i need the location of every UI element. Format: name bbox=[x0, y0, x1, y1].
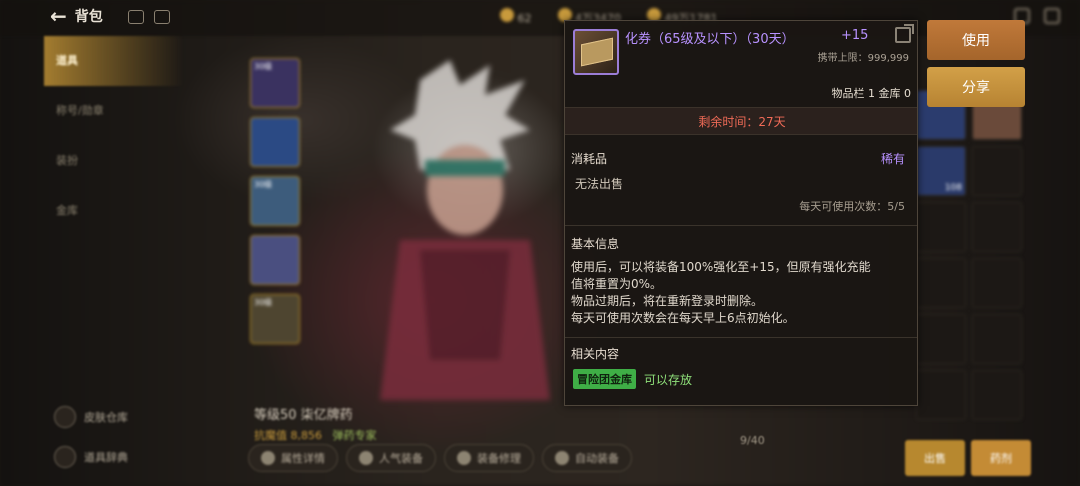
skin-storage-link[interactable]: 皮肤仓库 bbox=[54, 406, 128, 428]
character-info: 等级50 柒亿牌药 抗魔值 8,856 弹药专家 bbox=[254, 404, 377, 443]
equipment-slot[interactable]: 30级 bbox=[250, 294, 300, 344]
inventory-count: 9/40 bbox=[740, 434, 765, 447]
use-button[interactable]: 使用 bbox=[927, 20, 1025, 60]
menu-icon[interactable] bbox=[154, 10, 170, 24]
sell-button[interactable]: 出售 bbox=[905, 440, 965, 476]
wrench-icon bbox=[457, 451, 471, 465]
equipment-slot[interactable]: 30级 bbox=[250, 176, 300, 226]
auto-equip-icon bbox=[555, 451, 569, 465]
storable-note: 可以存放 bbox=[644, 372, 693, 387]
eye-icon[interactable] bbox=[128, 10, 144, 24]
coin-icon bbox=[500, 8, 514, 22]
vault-tag: 冒险团金库 bbox=[573, 369, 636, 389]
inventory-cell[interactable] bbox=[916, 314, 966, 364]
inventory-cell[interactable] bbox=[916, 202, 966, 252]
related-heading: 相关内容 bbox=[571, 347, 620, 361]
stats-icon bbox=[261, 451, 275, 465]
sidebar: 道具 称号/勋章 装扮 金库 bbox=[44, 36, 184, 256]
basic-info-heading: 基本信息 bbox=[571, 237, 620, 251]
bottom-left-links: 皮肤仓库 道具辞典 bbox=[54, 406, 128, 486]
inventory-cell[interactable] bbox=[916, 370, 966, 420]
potion-button[interactable]: 药剂 bbox=[971, 440, 1031, 476]
equipment-slot[interactable] bbox=[250, 117, 300, 167]
inventory-cell[interactable] bbox=[916, 258, 966, 308]
page-title: 背包 bbox=[74, 9, 103, 25]
item-plus-level: +15 bbox=[841, 28, 869, 43]
back-button[interactable]: ← 背包 bbox=[50, 6, 103, 26]
equipment-slot[interactable] bbox=[250, 235, 300, 285]
item-category: 消耗品 bbox=[571, 152, 608, 166]
share-button[interactable]: 分享 bbox=[927, 67, 1025, 107]
inventory-cell[interactable] bbox=[972, 146, 1022, 196]
item-tooltip: 化券（65级及以下）（30天） +15 携带上限：999,999 物品栏 1 金… bbox=[564, 20, 918, 406]
character-name: 等级50 柒亿牌药 bbox=[254, 408, 353, 423]
divider bbox=[565, 225, 917, 226]
back-arrow-icon: ← bbox=[50, 4, 67, 28]
inventory-cell[interactable] bbox=[972, 258, 1022, 308]
equipment-slot[interactable]: 30级 bbox=[250, 58, 300, 108]
inventory-cell[interactable] bbox=[972, 202, 1022, 252]
daily-uses: 每天可使用次数：5/5 bbox=[799, 200, 905, 213]
sidebar-item-items[interactable]: 道具 bbox=[44, 36, 184, 86]
inventory-cell[interactable]: 108 bbox=[916, 146, 966, 196]
divider bbox=[565, 337, 917, 338]
tab-popular-gear[interactable]: 人气装备 bbox=[346, 444, 436, 472]
equipment-slots: 30级 30级 30级 bbox=[250, 58, 300, 353]
external-link-icon[interactable] bbox=[895, 24, 914, 43]
inventory-actions: 出售 药剂 bbox=[905, 440, 1031, 476]
tab-attributes[interactable]: 属性详情 bbox=[248, 444, 338, 472]
tab-auto-equip[interactable]: 自动装备 bbox=[542, 444, 632, 472]
ticket-icon bbox=[581, 37, 613, 67]
related-content: 冒险团金库 可以存放 bbox=[573, 369, 692, 389]
header-icons bbox=[128, 10, 170, 24]
item-description: 使用后，可以将装备100%强化至+15，但原有强化充能 值将重置为0%。 物品过… bbox=[571, 260, 871, 325]
character-portrait bbox=[380, 60, 550, 400]
character-tabs: 属性详情 人气装备 装备修理 自动装备 bbox=[248, 444, 632, 472]
slot-info: 物品栏 1 金库 0 bbox=[831, 87, 912, 100]
trade-status: 无法出售 bbox=[575, 177, 624, 191]
sidebar-item-titles[interactable]: 称号/勋章 bbox=[44, 86, 184, 136]
item-title: 化券（65级及以下）（30天） bbox=[625, 32, 795, 47]
settings-icon[interactable] bbox=[1044, 8, 1060, 24]
currency-gem: 62 bbox=[500, 8, 532, 26]
sidebar-item-vault[interactable]: 金库 bbox=[44, 186, 184, 236]
remaining-time: 剩余时间：27天 bbox=[565, 107, 917, 135]
inventory-cell[interactable] bbox=[972, 370, 1022, 420]
item-rarity: 稀有 bbox=[880, 152, 905, 166]
item-icon bbox=[573, 29, 619, 75]
character-stats: 抗魔值 8,856 弹药专家 bbox=[254, 429, 377, 442]
book-icon bbox=[54, 446, 76, 468]
inventory-cell[interactable] bbox=[972, 314, 1022, 364]
wardrobe-icon bbox=[54, 406, 76, 428]
carry-limit: 携带上限：999,999 bbox=[817, 53, 909, 64]
sidebar-item-avatar[interactable]: 装扮 bbox=[44, 136, 184, 186]
item-dictionary-link[interactable]: 道具辞典 bbox=[54, 446, 128, 468]
tab-repair[interactable]: 装备修理 bbox=[444, 444, 534, 472]
people-icon bbox=[359, 451, 373, 465]
